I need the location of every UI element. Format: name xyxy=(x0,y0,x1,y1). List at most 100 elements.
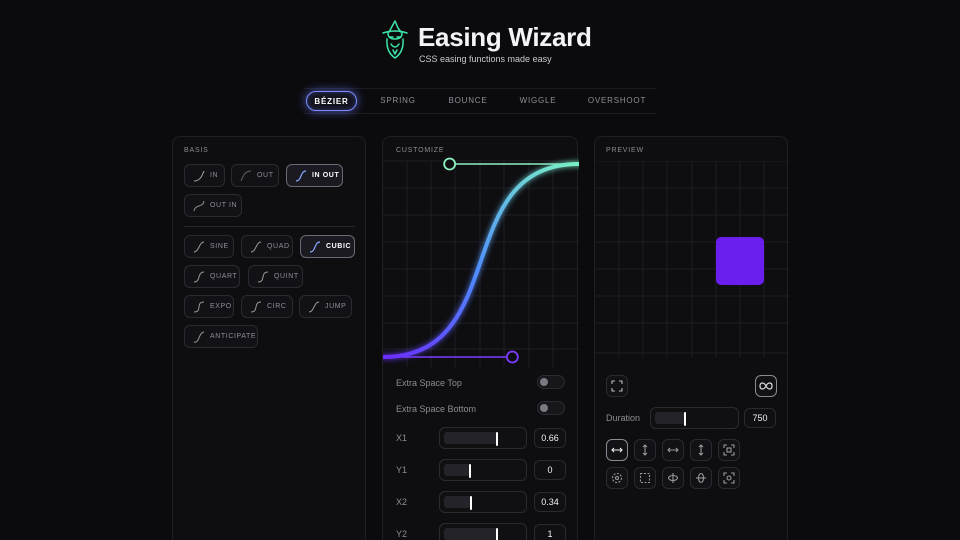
curve-jump-button[interactable]: JUMP xyxy=(299,295,352,318)
curve-quint-label: QUINT xyxy=(274,273,299,280)
curve-out-icon xyxy=(240,170,252,181)
preview-square xyxy=(716,237,764,285)
curve-sine-button[interactable]: SINE xyxy=(184,235,234,258)
anim-border-button[interactable] xyxy=(634,467,656,489)
curve-expo-label: EXPO xyxy=(210,303,232,310)
tab-bounce[interactable]: BOUNCE xyxy=(442,91,494,111)
app-header: Easing Wizard CSS easing functions made … xyxy=(0,18,960,68)
curve-quint-button[interactable]: QUINT xyxy=(248,265,303,288)
extra-space-top-toggle[interactable] xyxy=(537,375,565,389)
x1-slider[interactable] xyxy=(439,427,527,449)
extra-space-bottom-label: Extra Space Bottom xyxy=(396,404,477,414)
anim-zoom-button[interactable] xyxy=(718,467,740,489)
basis-in-out-label: IN OUT xyxy=(312,172,340,179)
duration-label: Duration xyxy=(606,413,641,423)
slider-track xyxy=(444,464,471,476)
wizard-icon xyxy=(382,20,408,59)
basis-title: BASIS xyxy=(184,147,209,154)
x1-input[interactable]: 0.66 xyxy=(534,428,566,448)
curve-anticipate-button[interactable]: ANTICIPATE xyxy=(184,325,258,348)
tab-spring[interactable]: SPRING xyxy=(374,91,422,111)
curve-jump-icon xyxy=(308,301,320,312)
easing-curve xyxy=(383,162,579,359)
y1-slider[interactable] xyxy=(439,459,527,481)
x2-label: X2 xyxy=(396,497,408,507)
basis-out-button[interactable]: OUT xyxy=(231,164,279,187)
curve-quart-button[interactable]: QUART xyxy=(184,265,240,288)
flip-vertical-icon xyxy=(696,472,706,484)
tab-overshoot[interactable]: OVERSHOOT xyxy=(584,91,650,111)
curve-jump-label: JUMP xyxy=(325,303,347,310)
curve-quart-label: QUART xyxy=(210,273,238,280)
fullscreen-button[interactable] xyxy=(606,375,628,397)
anim-rotate-button[interactable] xyxy=(606,467,628,489)
customize-panel: CUSTOMIZE Extra Space Top Extra Space Bo… xyxy=(382,136,579,540)
curve-quad-label: QUAD xyxy=(267,243,290,250)
basis-in-button[interactable]: IN xyxy=(184,164,225,187)
loop-button[interactable] xyxy=(755,375,777,397)
easing-type-tabs: BÉZIER SPRING BOUNCE WIGGLE OVERSHOOT xyxy=(304,88,656,114)
anim-scale-button[interactable] xyxy=(718,439,740,461)
move-horizontal-icon xyxy=(611,447,623,453)
x2-input[interactable]: 0.34 xyxy=(534,492,566,512)
curve-out-in-icon xyxy=(193,200,205,211)
app-subtitle: CSS easing functions made easy xyxy=(419,54,552,64)
basis-panel: BASIS IN OUT IN OUT OUT IN SINE QUAD CUB… xyxy=(172,136,366,540)
y2-input[interactable]: 1 xyxy=(534,524,566,540)
duration-slider[interactable] xyxy=(650,407,739,429)
toggle-knob xyxy=(540,378,548,386)
curve-anticipate-icon xyxy=(193,331,205,343)
curve-cubic-icon xyxy=(309,240,321,253)
stretch-horizontal-icon xyxy=(667,447,679,453)
anim-move-horizontal-button[interactable] xyxy=(606,439,628,461)
curve-in-icon xyxy=(193,170,205,181)
y1-input[interactable]: 0 xyxy=(534,460,566,480)
basis-out-label: OUT xyxy=(257,172,274,179)
slider-thumb[interactable] xyxy=(470,496,473,510)
slider-track xyxy=(444,496,472,508)
curve-expo-button[interactable]: EXPO xyxy=(184,295,234,318)
stretch-vertical-icon xyxy=(698,444,704,456)
curve-expo-icon xyxy=(193,301,205,312)
curve-cubic-button[interactable]: CUBIC xyxy=(300,235,355,258)
curve-sine-label: SINE xyxy=(210,243,229,250)
curve-anticipate-label: ANTICIPATE xyxy=(210,333,257,340)
anim-flip-horizontal-button[interactable] xyxy=(662,467,684,489)
tab-wiggle[interactable]: WIGGLE xyxy=(512,91,564,111)
extra-space-bottom-toggle[interactable] xyxy=(537,401,565,415)
border-square-icon xyxy=(639,472,651,484)
curve-in-out-icon xyxy=(295,169,307,182)
control-point-2[interactable] xyxy=(443,157,457,171)
tab-bezier[interactable]: BÉZIER xyxy=(306,91,357,111)
basis-in-out-button[interactable]: IN OUT xyxy=(286,164,343,187)
basis-divider xyxy=(184,226,355,227)
scale-icon xyxy=(723,444,735,456)
curve-circ-label: CIRC xyxy=(267,303,287,310)
anim-stretch-vertical-button[interactable] xyxy=(690,439,712,461)
slider-thumb[interactable] xyxy=(495,528,498,540)
anim-flip-vertical-button[interactable] xyxy=(690,467,712,489)
curve-sine-icon xyxy=(193,241,205,252)
curve-quart-icon xyxy=(193,271,205,282)
basis-out-in-button[interactable]: OUT IN xyxy=(184,194,242,217)
curve-circ-icon xyxy=(250,301,262,312)
zoom-icon xyxy=(723,472,735,484)
anim-stretch-horizontal-button[interactable] xyxy=(662,439,684,461)
curve-cubic-label: CUBIC xyxy=(326,243,352,250)
slider-thumb[interactable] xyxy=(683,412,686,426)
y2-slider[interactable] xyxy=(439,523,527,540)
slider-track xyxy=(444,528,497,540)
curve-quad-icon xyxy=(250,241,262,252)
slider-thumb[interactable] xyxy=(469,464,472,478)
duration-input[interactable]: 750 xyxy=(744,408,776,428)
x2-slider[interactable] xyxy=(439,491,527,513)
rotate-icon xyxy=(611,472,623,484)
curve-quad-button[interactable]: QUAD xyxy=(241,235,293,258)
control-point-1[interactable] xyxy=(505,350,519,364)
slider-thumb[interactable] xyxy=(495,432,498,446)
bezier-curve-editor[interactable] xyxy=(383,137,579,367)
curve-circ-button[interactable]: CIRC xyxy=(241,295,293,318)
curve-quint-icon xyxy=(257,271,269,282)
move-vertical-icon xyxy=(642,444,648,456)
anim-move-vertical-button[interactable] xyxy=(634,439,656,461)
